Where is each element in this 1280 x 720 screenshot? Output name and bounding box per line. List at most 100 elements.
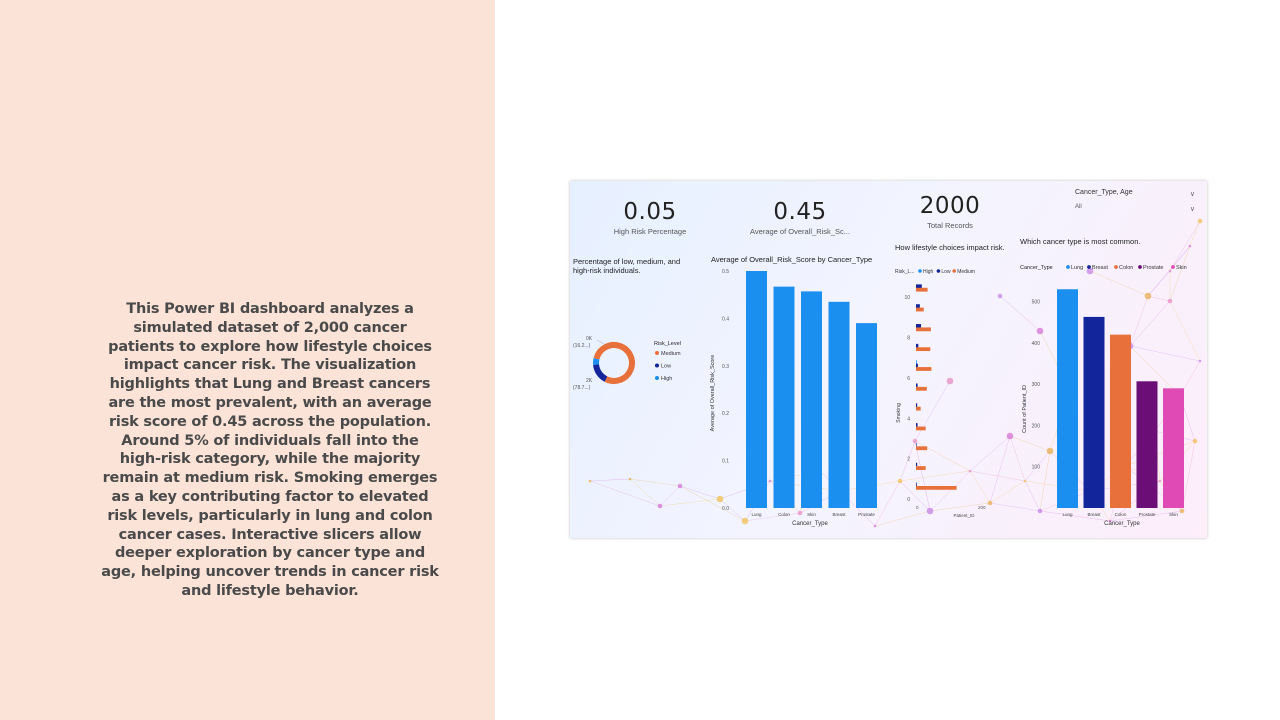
- x-tick-label: Skin: [1169, 512, 1178, 517]
- x-tick-label: Colon: [778, 512, 790, 517]
- legend-dot-medium: [952, 269, 956, 273]
- y-tick-label: 100: [1032, 465, 1041, 471]
- kpi-value: 2000: [919, 193, 981, 219]
- bar-low: [916, 343, 919, 348]
- x-tick-label: Prostate: [858, 512, 875, 517]
- slicer-dropdown[interactable]: All ∨: [1075, 204, 1197, 219]
- x-tick-label: Breast: [1087, 512, 1101, 517]
- network-line: [629, 478, 681, 487]
- bar-medium: [916, 287, 928, 292]
- y-tick-label: 0.5: [722, 269, 729, 275]
- legend-item: Medium: [957, 269, 975, 275]
- risk-level-donut-chart: 0K(16.2...) 2K(78.7...) Risk_Level Medium Lo…: [573, 336, 681, 391]
- cancer-type-age-slicer[interactable]: Cancer_Type, Age ∨ All ∨: [1075, 189, 1197, 219]
- bar-high: [916, 360, 917, 365]
- bar-low: [916, 423, 918, 427]
- legend-item: Breast: [1092, 265, 1108, 271]
- bar-low: [916, 482, 917, 487]
- donut-chart-title: Percentage of low, medium, and high-risk…: [573, 257, 681, 275]
- legend-dot-low: [655, 363, 659, 368]
- x-tick-label: Lung: [751, 512, 762, 517]
- chevron-down-icon[interactable]: ∨: [1190, 190, 1195, 198]
- y-tick-label: 4: [907, 416, 910, 422]
- x-tick-label: 0: [916, 505, 919, 510]
- legend-dot-medium: [655, 351, 659, 355]
- y-tick-label: 0.1: [722, 459, 729, 465]
- bar-prostate: [856, 323, 877, 508]
- bar-medium: [916, 466, 926, 470]
- slicer-value: All: [1075, 204, 1082, 210]
- bar-medium: [916, 327, 931, 332]
- y-tick-label: 0: [907, 497, 910, 503]
- donut-legend-title: Risk_Level: [654, 341, 681, 347]
- kpi-label: High Risk Percentage: [613, 227, 687, 236]
- legend-item: Lung: [1071, 265, 1083, 271]
- kpi-total-records: 2000 Total Records: [895, 193, 1005, 230]
- slicer-title: Cancer_Type, Age: [1075, 189, 1133, 196]
- network-line: [589, 478, 631, 482]
- avg-risk-bar-chart: 0.0 0.1 0.2 0.3 0.4 0.5 Lung Colon Skin Breast Pro…: [710, 269, 877, 527]
- bar-skin: [1163, 388, 1184, 508]
- legend-item: Prostate: [1143, 265, 1163, 271]
- powerbi-dashboard-screenshot: 0.05 High Risk Percentage 0.45 Average o…: [570, 181, 1207, 538]
- bar-low: [916, 363, 918, 368]
- legend-dot-lung: [1066, 265, 1070, 269]
- legend-title: Cancer_Type: [1020, 265, 1053, 271]
- y-axis-label: Smoking: [896, 403, 902, 423]
- kpi-label: Total Records: [927, 221, 973, 230]
- chevron-down-icon[interactable]: ∨: [1190, 205, 1195, 213]
- bar-breast: [1083, 316, 1105, 508]
- bar-low: [916, 462, 918, 467]
- network-node: [1198, 359, 1202, 363]
- legend-dot-high: [918, 269, 922, 273]
- bar-colon: [773, 286, 795, 508]
- cancer-count-bar-chart: Cancer_Type Lung Breast Colon Prostate Skin 10…: [1020, 265, 1187, 527]
- bar-medium: [916, 446, 928, 451]
- bar-low: [916, 304, 920, 309]
- bar-medium: [916, 386, 927, 391]
- y-tick-label: 200: [1032, 423, 1041, 429]
- y-tick-label: 0.3: [722, 364, 729, 370]
- bar-low: [916, 442, 917, 447]
- legend-dot-skin: [1171, 265, 1175, 269]
- legend-item: High: [923, 269, 934, 275]
- y-tick-label: 500: [1032, 300, 1041, 306]
- donut-label: (78.7...): [573, 385, 591, 391]
- donut-label: 0K: [586, 336, 593, 342]
- bar-lung: [1057, 289, 1078, 508]
- donut-label: (16.2...): [573, 343, 591, 349]
- network-node: [628, 477, 632, 481]
- bar-medium: [916, 307, 924, 312]
- donut-slice-low: [593, 364, 608, 382]
- y-tick-label: 0.4: [722, 316, 729, 322]
- donut-legend-item: Medium: [661, 351, 681, 357]
- donut-label: 2K: [586, 378, 593, 384]
- x-tick-label: Prostate: [1139, 512, 1156, 517]
- bar-medium: [916, 406, 921, 411]
- network-node: [1197, 218, 1203, 224]
- bar-prostate: [1136, 381, 1158, 508]
- bar-low: [916, 383, 918, 388]
- y-tick-label: 6: [907, 376, 910, 382]
- common-cancer-chart-title: Which cancer type is most common.: [1020, 237, 1141, 246]
- y-tick-label: 0.2: [722, 411, 729, 417]
- bar-medium: [916, 367, 932, 371]
- bar-medium: [916, 347, 931, 352]
- legend-dot-high: [655, 376, 659, 380]
- slicer-header[interactable]: Cancer_Type, Age ∨: [1075, 189, 1197, 204]
- bar-lung: [746, 271, 767, 508]
- x-axis-label: Cancer_Type: [792, 521, 828, 527]
- x-tick-label: 200: [978, 505, 986, 510]
- x-tick-label: Colon: [1115, 512, 1127, 517]
- kpi-average-risk-score: 0.45 Average of Overall_Risk_Sc...: [740, 199, 860, 236]
- network-line: [589, 480, 661, 507]
- kpi-value: 0.45: [773, 199, 827, 225]
- legend-dot-colon: [1114, 265, 1118, 269]
- network-line: [629, 478, 661, 507]
- y-tick-label: 400: [1032, 341, 1041, 347]
- x-tick-label: Lung: [1062, 512, 1073, 517]
- network-node: [677, 483, 683, 489]
- network-node: [657, 503, 663, 509]
- donut-legend-item: High: [661, 376, 672, 382]
- bar-skin: [801, 291, 822, 508]
